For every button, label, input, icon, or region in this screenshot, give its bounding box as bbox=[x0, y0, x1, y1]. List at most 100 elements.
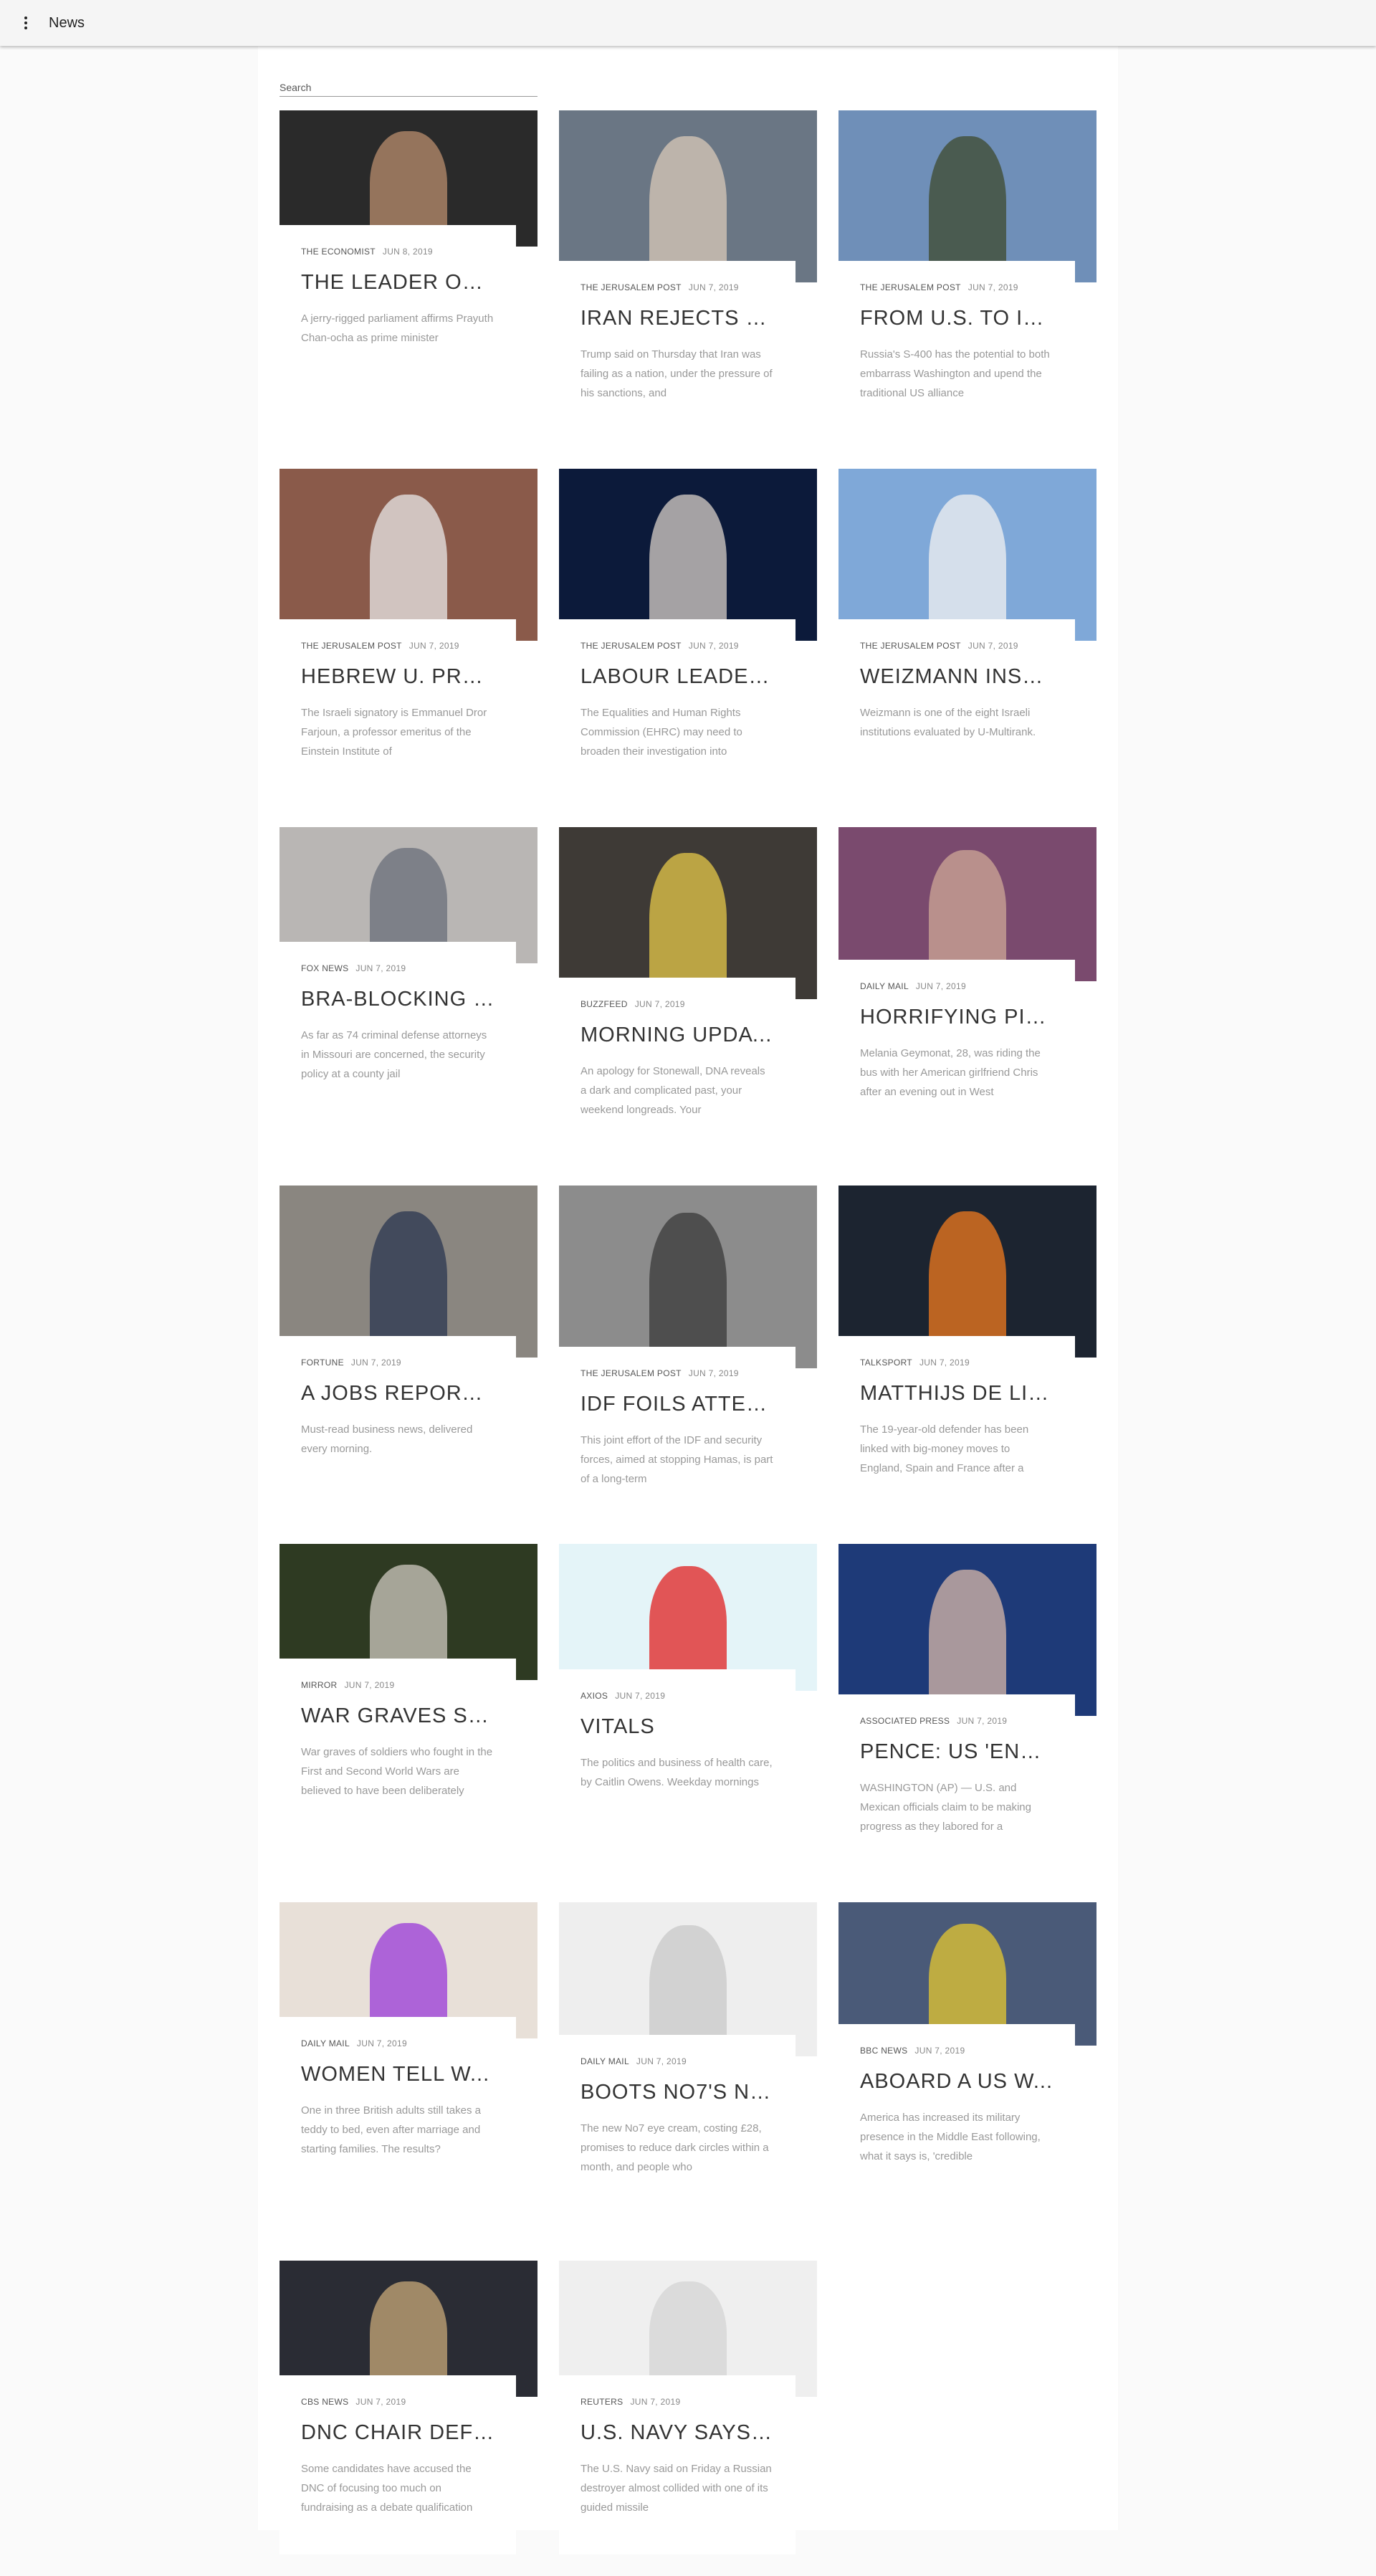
article-info: BBC News JUN 7, 2019 ABOARD A US W... Ameri… bbox=[838, 2024, 1075, 2203]
article-date: JUN 7, 2019 bbox=[968, 641, 1018, 651]
article-thumbnail[interactable] bbox=[838, 469, 1096, 641]
article-title[interactable]: FROM U.S. TO IRA... bbox=[860, 307, 1054, 330]
article-title[interactable]: WAR GRAVES SM... bbox=[301, 1704, 494, 1728]
article-meta: BuzzFeed JUN 7, 2019 bbox=[580, 999, 774, 1009]
article-source: Daily Mail bbox=[580, 2056, 629, 2066]
article-thumbnail[interactable] bbox=[280, 1186, 538, 1358]
more-vert-icon[interactable] bbox=[17, 14, 34, 32]
article-info: Reuters JUN 7, 2019 U.S. NAVY SAYS R... The… bbox=[559, 2375, 796, 2554]
article-date: JUN 7, 2019 bbox=[615, 1691, 666, 1701]
article-card[interactable]: Fortune JUN 7, 2019 A JOBS REPORT F... Must… bbox=[280, 1186, 538, 1515]
article-card[interactable]: Daily Mail JUN 7, 2019 BOOTS NO7'S NE... Th… bbox=[559, 1902, 817, 2218]
article-card[interactable]: BBC News JUN 7, 2019 ABOARD A US W... Ameri… bbox=[838, 1902, 1096, 2218]
article-card[interactable]: Daily Mail JUN 7, 2019 HORRIFYING PICT... M… bbox=[838, 827, 1096, 1142]
article-date: JUN 7, 2019 bbox=[636, 2056, 687, 2066]
article-description: The Israeli signatory is Emmanuel Dror F… bbox=[301, 707, 487, 758]
article-title[interactable]: WOMEN TELL W... bbox=[301, 2063, 494, 2086]
article-title[interactable]: IDF FOILS ATTEM... bbox=[580, 1393, 774, 1416]
article-description: The Equalities and Human Rights Commissi… bbox=[580, 707, 742, 758]
article-date: JUN 7, 2019 bbox=[688, 282, 739, 292]
article-title[interactable]: HORRIFYING PICT... bbox=[860, 1006, 1054, 1029]
article-thumbnail[interactable] bbox=[838, 1544, 1096, 1716]
article-title[interactable]: IRAN REJECTS FR... bbox=[580, 307, 774, 330]
article-date: JUN 7, 2019 bbox=[634, 999, 685, 1009]
article-grid: The Economist JUN 8, 2019 THE LEADER OF T.… bbox=[280, 110, 1096, 2576]
article-meta: Mirror JUN 7, 2019 bbox=[301, 1680, 494, 1690]
article-thumbnail[interactable] bbox=[838, 827, 1096, 981]
search-input[interactable] bbox=[280, 79, 538, 97]
article-description: Russia's S-400 has the potential to both… bbox=[860, 348, 1050, 399]
article-card[interactable]: BuzzFeed JUN 7, 2019 MORNING UPDAT... An ap… bbox=[559, 827, 817, 1157]
article-info: The Jerusalem Post JUN 7, 2019 IDF FOILS A… bbox=[559, 1347, 796, 1526]
article-thumbnail[interactable] bbox=[559, 827, 817, 999]
article-meta: The Jerusalem Post JUN 7, 2019 bbox=[580, 1368, 774, 1378]
article-source: The Jerusalem Post bbox=[580, 1368, 682, 1378]
article-title[interactable]: MORNING UPDAT... bbox=[580, 1024, 774, 1047]
article-card[interactable]: The Jerusalem Post JUN 7, 2019 WEIZMANN IN… bbox=[838, 469, 1096, 798]
article-thumbnail[interactable] bbox=[559, 1902, 817, 2056]
article-description: The U.S. Navy said on Friday a Russian d… bbox=[580, 2463, 772, 2514]
article-title[interactable]: HEBREW U. PRO... bbox=[301, 665, 494, 689]
article-card[interactable]: The Jerusalem Post JUN 7, 2019 FROM U.S. T… bbox=[838, 110, 1096, 440]
article-date: JUN 7, 2019 bbox=[688, 641, 739, 651]
article-card[interactable]: Fox News JUN 7, 2019 BRA-BLOCKING S... As f… bbox=[280, 827, 538, 1142]
article-date: JUN 7, 2019 bbox=[350, 1358, 401, 1368]
article-thumbnail[interactable] bbox=[559, 1186, 817, 1368]
article-card[interactable]: The Jerusalem Post JUN 7, 2019 IRAN REJECT… bbox=[559, 110, 817, 440]
article-source: Reuters bbox=[580, 2397, 624, 2407]
article-title[interactable]: MATTHIJS DE LIG... bbox=[860, 1382, 1054, 1406]
article-card[interactable]: Associated Press JUN 7, 2019 PENCE: US 'EN… bbox=[838, 1544, 1096, 1874]
article-meta: Daily Mail JUN 7, 2019 bbox=[580, 2056, 774, 2066]
article-date: JUN 7, 2019 bbox=[957, 1716, 1008, 1726]
article-card[interactable]: The Jerusalem Post JUN 7, 2019 HEBREW U. P… bbox=[280, 469, 538, 798]
article-info: Mirror JUN 7, 2019 WAR GRAVES SM... War gra… bbox=[280, 1659, 516, 1838]
article-meta: BBC News JUN 7, 2019 bbox=[860, 2046, 1054, 2056]
article-title[interactable]: DNC CHAIR DEFE... bbox=[301, 2421, 494, 2445]
article-meta: The Jerusalem Post JUN 7, 2019 bbox=[860, 641, 1054, 651]
article-description: One in three British adults still takes … bbox=[301, 2104, 481, 2155]
article-thumbnail[interactable] bbox=[838, 1186, 1096, 1358]
article-thumbnail[interactable] bbox=[559, 469, 817, 641]
article-card[interactable]: talkSPORT JUN 7, 2019 MATTHIJS DE LIG... Th… bbox=[838, 1186, 1096, 1515]
article-source: BuzzFeed bbox=[580, 999, 628, 1009]
article-card[interactable]: The Economist JUN 8, 2019 THE LEADER OF T.… bbox=[280, 110, 538, 426]
article-title[interactable]: A JOBS REPORT F... bbox=[301, 1382, 494, 1406]
article-title[interactable]: WEIZMANN INSTI... bbox=[860, 665, 1054, 689]
article-description: As far as 74 criminal defense attorneys … bbox=[301, 1029, 487, 1080]
article-date: JUN 7, 2019 bbox=[344, 1680, 395, 1690]
article-title[interactable]: U.S. NAVY SAYS R... bbox=[580, 2421, 774, 2445]
article-title[interactable]: LABOUR LEADER... bbox=[580, 665, 774, 689]
article-title[interactable]: BOOTS NO7'S NE... bbox=[580, 2081, 774, 2104]
article-title[interactable]: BRA-BLOCKING S... bbox=[301, 988, 494, 1011]
article-source: The Jerusalem Post bbox=[301, 641, 402, 651]
article-thumbnail[interactable] bbox=[280, 469, 538, 641]
article-title[interactable]: PENCE: US 'ENCO... bbox=[860, 1740, 1054, 1764]
article-card[interactable]: Daily Mail JUN 7, 2019 WOMEN TELL W... One … bbox=[280, 1902, 538, 2218]
article-date: JUN 7, 2019 bbox=[915, 981, 966, 991]
article-card[interactable]: CBS News JUN 7, 2019 DNC CHAIR DEFE... Some… bbox=[280, 2261, 538, 2576]
article-card[interactable]: Axios JUN 7, 2019 VITALS The politics and b… bbox=[559, 1544, 817, 1859]
article-meta: talkSPORT JUN 7, 2019 bbox=[860, 1358, 1054, 1368]
article-info: Fortune JUN 7, 2019 A JOBS REPORT F... Must… bbox=[280, 1336, 516, 1515]
article-title[interactable]: ABOARD A US W... bbox=[860, 2070, 1054, 2094]
article-date: JUN 7, 2019 bbox=[968, 282, 1018, 292]
article-meta: CBS News JUN 7, 2019 bbox=[301, 2397, 494, 2407]
article-card[interactable]: The Jerusalem Post JUN 7, 2019 LABOUR LEAD… bbox=[559, 469, 817, 798]
article-description: America has increased its military prese… bbox=[860, 2112, 1041, 2162]
article-info: Daily Mail JUN 7, 2019 BOOTS NO7'S NE... Th… bbox=[559, 2035, 796, 2214]
article-meta: The Economist JUN 8, 2019 bbox=[301, 247, 494, 257]
news-panel: The Economist JUN 8, 2019 THE LEADER OF T.… bbox=[258, 46, 1118, 2554]
article-info: The Jerusalem Post JUN 7, 2019 FROM U.S. T… bbox=[838, 261, 1075, 440]
article-thumbnail[interactable] bbox=[559, 110, 817, 282]
article-title[interactable]: THE LEADER OF T... bbox=[301, 271, 494, 295]
article-card[interactable]: The Jerusalem Post JUN 7, 2019 IDF FOILS A… bbox=[559, 1186, 817, 1526]
article-source: The Jerusalem Post bbox=[860, 282, 961, 292]
article-card[interactable]: Mirror JUN 7, 2019 WAR GRAVES SM... War gra… bbox=[280, 1544, 538, 1859]
article-thumbnail[interactable] bbox=[838, 110, 1096, 282]
article-card[interactable]: Reuters JUN 7, 2019 U.S. NAVY SAYS R... The… bbox=[559, 2261, 817, 2576]
article-info: The Jerusalem Post JUN 7, 2019 WEIZMANN IN… bbox=[838, 619, 1075, 798]
article-date: JUN 7, 2019 bbox=[919, 1358, 970, 1368]
article-info: The Jerusalem Post JUN 7, 2019 HEBREW U. P… bbox=[280, 619, 516, 798]
article-info: Axios JUN 7, 2019 VITALS The politics and b… bbox=[559, 1669, 796, 1848]
article-title[interactable]: VITALS bbox=[580, 1715, 774, 1739]
